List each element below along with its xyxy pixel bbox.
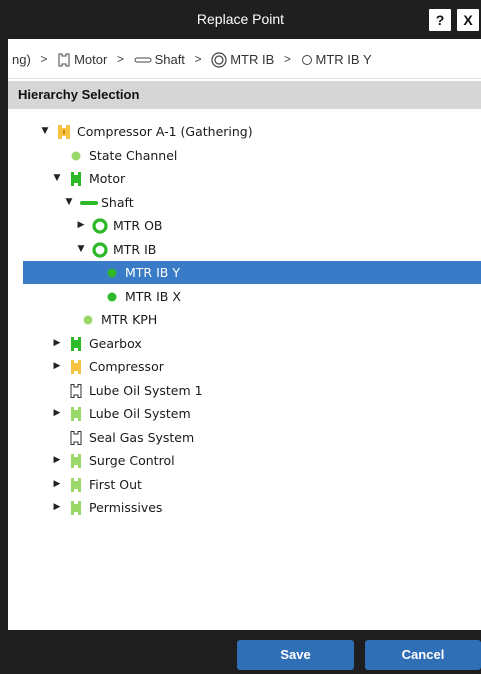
tree-node-label: MTR IB X [125,288,181,304]
tree-node-label: Surge Control [89,453,175,468]
chevron-down-icon[interactable]: ▼ [52,167,62,190]
point-outline-icon [301,54,312,65]
tree-node[interactable]: Lube Oil System 1 [23,379,481,402]
dialog-title: Replace Point [196,11,285,27]
chevron-right-icon[interactable]: ▶ [52,355,62,378]
machine-light-green-icon [68,477,84,493]
tree-node[interactable]: ▼ Compressor A-1 (Gathering) [23,120,481,143]
breadcrumb-item-shaft[interactable]: Shaft [134,52,185,68]
tree-node-label: Lube Oil System 1 [89,382,203,398]
breadcrumb-item-mtr-ib-y[interactable]: MTR IB Y [301,52,372,68]
chevron-down-icon[interactable]: ▼ [40,120,50,143]
point-green-icon [104,289,120,305]
help-button[interactable]: ? [429,9,451,31]
machine-outline-icon [68,430,84,446]
tree-node-label: Shaft [101,194,134,210]
tree-node[interactable]: MTR KPH [23,308,481,331]
breadcrumb-label: MTR IB Y [315,51,372,67]
chevron-right-icon[interactable]: ▶ [52,402,62,425]
tree-node-label: First Out [89,476,142,492]
tree-node[interactable]: ▼ MTR IB [23,238,481,261]
tree-node[interactable]: ▶ Compressor [23,355,481,378]
tree-node[interactable]: ▶ Gearbox [23,332,481,355]
machine-light-green-icon [68,406,84,422]
bearing-outline-icon [211,51,227,68]
tree-node[interactable]: ▶ Permissives [23,496,481,519]
tree-node[interactable]: ▼ Shaft [23,191,481,214]
tree-node-label: Seal Gas System [89,429,195,445]
tree-node-label: Motor [89,171,126,186]
breadcrumb-item-mtr-ib[interactable]: MTR IB [211,52,274,68]
tree-node-label: State Channel [89,147,178,163]
close-button[interactable]: X [457,9,479,31]
point-light-green-icon [80,312,96,328]
tree-node[interactable]: ▶ First Out [23,473,481,496]
bearing-green-icon [92,218,108,234]
machine-yellow-icon [68,359,84,375]
breadcrumb-separator: > [283,52,291,66]
dialog-footer: Save Cancel [8,630,481,674]
machine-outline-icon [68,383,84,399]
shaft-outline-icon [134,57,152,63]
tree-node-label: Lube Oil System [89,406,191,421]
tree-node[interactable]: ▶ MTR OB [23,214,481,237]
breadcrumb-label: Motor [74,51,108,67]
save-button[interactable]: Save [237,640,354,670]
chevron-right-icon[interactable]: ▶ [76,214,86,237]
chevron-right-icon[interactable]: ▶ [52,449,62,472]
breadcrumb-item-root[interactable]: ng) [12,52,31,68]
machine-outline-icon [58,53,70,67]
tree-node[interactable]: ▼ Motor [23,167,481,190]
chevron-right-icon[interactable]: ▶ [52,473,62,496]
tree-node[interactable]: Seal Gas System [23,426,481,449]
breadcrumb-label: MTR IB [230,51,275,67]
chevron-down-icon[interactable]: ▼ [76,238,86,261]
machine-green-icon [68,171,84,187]
breadcrumb-separator: > [40,52,48,66]
asset-yellow-icon [56,124,72,140]
point-light-green-icon [68,148,84,164]
bearing-green-icon [92,241,108,258]
tree-node[interactable]: MTR IB X [23,285,481,308]
machine-green-icon [68,336,84,352]
machine-light-green-icon [68,500,84,516]
tree-node-label: Gearbox [89,335,142,351]
breadcrumb-label: ng) [12,51,31,67]
tree-node[interactable]: State Channel [23,144,481,167]
tree-node[interactable]: ▶ Surge Control [23,449,481,472]
tree-node-label: MTR KPH [101,312,158,327]
tree-node-label: MTR IB Y [125,265,180,280]
chevron-right-icon[interactable]: ▶ [52,332,62,355]
tree-node[interactable]: MTR IB Y [23,261,481,284]
breadcrumb-label: Shaft [154,51,185,67]
breadcrumb-separator: > [194,52,202,66]
chevron-down-icon[interactable]: ▼ [64,191,74,214]
breadcrumb-separator: > [116,52,124,66]
machine-light-green-icon [68,453,84,469]
shaft-green-icon [80,195,98,211]
title-bar: Replace Point ? X [0,0,481,39]
hierarchy-selection-header: Hierarchy Selection [8,81,481,109]
breadcrumb-item-motor[interactable]: Motor [57,52,107,68]
cancel-button[interactable]: Cancel [365,640,481,670]
point-green-icon [104,265,120,281]
tree-node-label: Compressor A-1 (Gathering) [77,124,253,139]
tree-node[interactable]: ▶ Lube Oil System [23,402,481,425]
chevron-right-icon[interactable]: ▶ [52,496,62,519]
tree-node-label: MTR OB [113,218,163,233]
tree-node-label: Permissives [89,500,163,515]
dialog-body: ng) > Motor > Shaft > MTR IB > MTR IB Y … [8,39,481,630]
tree-node-label: MTR IB [113,241,157,257]
breadcrumb: ng) > Motor > Shaft > MTR IB > MTR IB Y [8,39,481,79]
tree-node-label: Compressor [89,359,164,374]
